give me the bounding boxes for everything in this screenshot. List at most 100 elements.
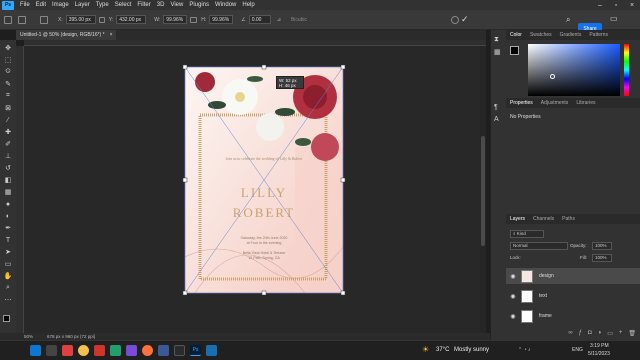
language-indicator[interactable]: ENG [572,347,583,353]
gradient-tool-icon[interactable]: ▦ [3,188,13,196]
tab-color[interactable]: Color [506,32,526,38]
commit-transform-icon[interactable]: ✓ [461,14,469,25]
healing-tool-icon[interactable]: ✚ [3,128,13,136]
menu-plugins[interactable]: Plugins [189,2,209,8]
tab-adjustments[interactable]: Adjustments [537,100,573,106]
vertical-scroll-thumb[interactable] [481,136,485,246]
shape-tool-icon[interactable]: ▭ [3,260,13,268]
move-tool-icon[interactable]: ✥ [3,44,13,52]
more-tools-icon[interactable]: ⋯ [3,296,13,304]
search-icon[interactable]: ⌕ [566,15,570,25]
hue-slider[interactable] [624,44,629,96]
color-picker-field[interactable] [528,44,620,96]
menu-image[interactable]: Image [52,2,69,8]
tab-patterns[interactable]: Patterns [585,32,612,38]
close-icon[interactable]: × [624,0,640,10]
relative-position-icon[interactable] [98,16,105,23]
height-field[interactable]: 99.96% [209,15,234,24]
weather-text[interactable]: Mostly sunny [454,347,489,353]
character-icon[interactable]: A [494,116,499,123]
fx-icon[interactable]: ƒ [579,330,582,336]
layer-row[interactable]: ◉ design [506,268,640,284]
menu-filter[interactable]: Filter [137,2,150,8]
menu-file[interactable]: File [20,2,30,8]
layer-name[interactable]: text [539,293,547,299]
clock-date[interactable]: 5/11/2023 [588,351,610,357]
layer-row[interactable]: ◉ frame [506,308,640,324]
menu-view[interactable]: View [170,2,183,8]
minimize-icon[interactable]: – [592,0,608,10]
close-tab-icon[interactable]: × [110,32,113,38]
hand-tool-icon[interactable]: ✋ [3,272,13,280]
color-picker-cursor[interactable] [550,74,555,79]
interpolation-select[interactable]: Bicubic [291,17,307,23]
tab-swatches[interactable]: Swatches [526,32,556,38]
layer-kind-filter[interactable]: ⌕ Kind [510,230,544,238]
firefox-icon[interactable] [142,345,153,356]
tab-libraries[interactable]: Libraries [572,100,599,106]
mask-icon[interactable]: ◘ [588,330,592,336]
trash-icon[interactable]: 🗑 [628,330,636,337]
tab-properties[interactable]: Properties [506,100,537,106]
link-layers-icon[interactable]: ∞ [568,330,572,336]
home-icon[interactable] [4,15,12,24]
width-field[interactable]: 99.96% [163,15,188,24]
blur-tool-icon[interactable]: ● [3,200,13,208]
cancel-transform-icon[interactable] [451,16,459,24]
menu-window[interactable]: Window [215,2,236,8]
color-foreground-swatch[interactable] [510,46,519,55]
taskbar-app-icon[interactable] [158,345,169,356]
menu-3d[interactable]: 3D [157,2,165,8]
start-icon[interactable] [30,345,41,356]
layer-row[interactable]: ◉ text [506,288,640,304]
dodge-tool-icon[interactable]: ◐ [3,212,13,220]
taskbar-app-icon[interactable] [174,345,185,356]
menu-edit[interactable]: Edit [36,2,46,8]
adjustment-icon[interactable]: ◑ [598,330,602,336]
move-tool-preset-icon[interactable] [18,15,26,24]
taskbar-app-icon[interactable] [126,345,137,356]
layer-name[interactable]: design [539,273,554,279]
taskbar-search-icon[interactable] [46,345,57,356]
swatches-panel-icon[interactable]: ▦ [494,48,501,56]
workspace-icon[interactable]: ▭ [610,14,618,23]
y-field[interactable]: 432.00 px [116,15,147,24]
maximize-icon[interactable]: ▫ [608,0,624,10]
tab-gradients[interactable]: Gradients [556,32,586,38]
taskbar-app-icon[interactable] [206,345,217,356]
taskbar-app-icon[interactable] [62,345,73,356]
path-select-tool-icon[interactable]: ➤ [3,248,13,256]
marquee-tool-icon[interactable]: ⬚ [3,56,13,64]
eraser-tool-icon[interactable]: ◧ [3,176,13,184]
visibility-eye-icon[interactable]: ◉ [509,293,517,300]
blend-mode-select[interactable]: Normal [510,242,568,250]
tray-icons[interactable]: ⌃ ◔ ♪ [518,347,531,353]
clock-time[interactable]: 3:19 PM [590,343,609,349]
zoom-tool-icon[interactable]: ⌕ [3,284,13,292]
transform-bounding-box[interactable] [180,62,350,298]
pen-tool-icon[interactable]: ✒ [3,224,13,232]
eyedropper-tool-icon[interactable]: ⁄ [3,116,13,124]
taskbar-app-icon[interactable] [110,345,121,356]
document-tab[interactable]: Untitled-1 @ 50% (design, RGB/16*) * × [16,30,117,40]
fill-field[interactable]: 100% [592,254,612,262]
chrome-icon[interactable] [78,345,89,356]
tab-layers[interactable]: Layers [506,216,529,222]
menu-layer[interactable]: Layer [75,2,90,8]
paragraph-icon[interactable]: ¶ [494,104,498,111]
history-brush-tool-icon[interactable]: ↺ [3,164,13,172]
visibility-eye-icon[interactable]: ◉ [509,273,517,280]
angle-field[interactable]: 0.00 [248,15,271,24]
tab-channels[interactable]: Channels [529,216,558,222]
brush-tool-icon[interactable]: ✐ [3,140,13,148]
photoshop-taskbar-icon[interactable]: Ps [190,345,201,356]
visibility-eye-icon[interactable]: ◉ [509,313,517,320]
quick-select-tool-icon[interactable]: ✎ [3,80,13,88]
link-icon[interactable] [190,16,198,23]
opacity-field[interactable]: 100% [592,242,612,250]
group-icon[interactable]: ▭ [607,330,613,337]
weather-temp[interactable]: 37°C [436,347,449,353]
menu-type[interactable]: Type [96,2,109,8]
layer-name[interactable]: frame [539,313,552,319]
crop-tool-icon[interactable]: ⌗ [3,92,13,100]
